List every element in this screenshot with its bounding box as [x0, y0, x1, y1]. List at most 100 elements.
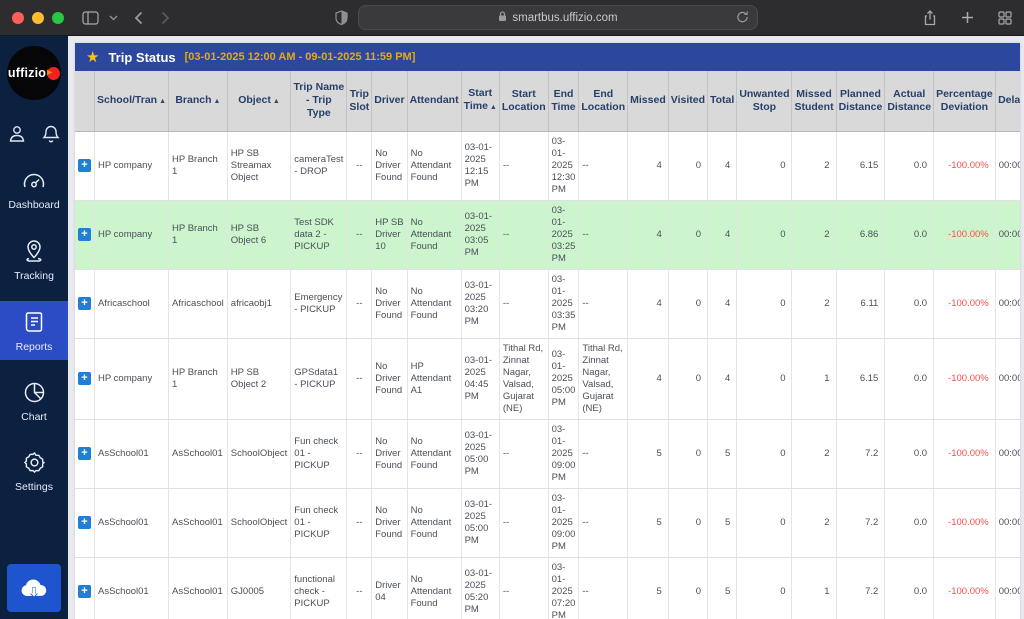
cell-trip_name: Test SDK data 2 - PICKUP [291, 200, 347, 269]
cell-missed_student: 2 [792, 269, 836, 338]
cell-percentage_deviation: -100.00% [934, 419, 996, 488]
column-header-driver[interactable]: Driver [372, 71, 407, 131]
cell-end_time: 03-01-2025 03:35 PM [548, 269, 579, 338]
sort-asc-icon: ▲ [214, 98, 221, 105]
column-header-school[interactable]: School/Tran▲ [95, 71, 169, 131]
sidebar-item-dashboard[interactable]: Dashboard [0, 161, 68, 218]
expand-row-button[interactable]: + [78, 516, 91, 529]
cell-branch: AsSchool01 [169, 419, 228, 488]
cell-actual_distance: 0.0 [885, 338, 934, 419]
column-header-end_time[interactable]: End Time [548, 71, 579, 131]
page-title: Trip Status [108, 50, 175, 65]
sort-asc-icon: ▲ [273, 98, 280, 105]
cell-start_time: 03-01-2025 05:00 PM [461, 488, 499, 557]
cell-delay: 00:00 [995, 200, 1020, 269]
expand-row-button[interactable]: + [78, 159, 91, 172]
column-header-trip_slot[interactable]: Trip Slot [347, 71, 372, 131]
column-header-branch[interactable]: Branch▲ [169, 71, 228, 131]
address-bar[interactable]: smartbus.uffizio.com [358, 5, 758, 30]
cell-attendant: No Attendant Found [407, 200, 461, 269]
column-header-percentage_deviation[interactable]: Percentage Deviation [934, 71, 996, 131]
chevron-down-icon[interactable] [109, 15, 118, 21]
cell-missed: 4 [628, 131, 669, 200]
cell-delay: 00:00 [995, 131, 1020, 200]
bell-icon[interactable] [41, 124, 61, 149]
column-header-object[interactable]: Object▲ [227, 71, 291, 131]
cell-unwanted_stop: 0 [737, 338, 792, 419]
column-label: Start Time [464, 87, 493, 112]
column-header-visited[interactable]: Visited [668, 71, 707, 131]
cell-branch: AsSchool01 [169, 557, 228, 619]
column-header-unwanted_stop[interactable]: Unwanted Stop [737, 71, 792, 131]
cell-trip_name: Fun check 01 - PICKUP [291, 419, 347, 488]
column-label: Actual Distance [887, 88, 931, 113]
cell-start_location: -- [499, 488, 548, 557]
cell-trip_slot: -- [347, 269, 372, 338]
column-header-actual_distance[interactable]: Actual Distance [885, 71, 934, 131]
cell-actual_distance: 0.0 [885, 488, 934, 557]
cell-driver: No Driver Found [372, 131, 407, 200]
cell-missed_student: 2 [792, 200, 836, 269]
expand-row-button[interactable]: + [78, 372, 91, 385]
user-icon[interactable] [7, 124, 27, 149]
cell-percentage_deviation: -100.00% [934, 338, 996, 419]
forward-button[interactable] [161, 11, 170, 25]
uffizio-logo[interactable]: uffizio▸ [7, 46, 61, 100]
cell-trip_slot: -- [347, 200, 372, 269]
column-header-end_location[interactable]: End Location [579, 71, 628, 131]
zoom-window-button[interactable] [52, 12, 64, 24]
column-header-start_location[interactable]: Start Location [499, 71, 548, 131]
sidebar-toggle-icon[interactable] [82, 11, 99, 25]
chart-icon [23, 381, 46, 407]
close-window-button[interactable] [12, 12, 24, 24]
expand-row-button[interactable]: + [78, 297, 91, 310]
column-header-attendant[interactable]: Attendant [407, 71, 461, 131]
cell-trip_name: GPSdata1 - PICKUP [291, 338, 347, 419]
column-header-planned_distance[interactable]: Planned Distance [836, 71, 885, 131]
cell-actual_distance: 0.0 [885, 200, 934, 269]
cell-expand: + [75, 200, 95, 269]
back-button[interactable] [134, 11, 143, 25]
cell-attendant: No Attendant Found [407, 131, 461, 200]
cell-planned_distance: 6.86 [836, 200, 885, 269]
cell-planned_distance: 6.15 [836, 338, 885, 419]
expand-row-button[interactable]: + [78, 228, 91, 241]
tab-overview-icon[interactable] [998, 11, 1012, 25]
cell-start_location: -- [499, 419, 548, 488]
table-row: +HP companyHP Branch 1HP SB Object 2GPSd… [75, 338, 1020, 419]
cell-unwanted_stop: 0 [737, 200, 792, 269]
reload-icon[interactable] [736, 10, 749, 27]
sidebar-item-settings[interactable]: Settings [0, 442, 68, 500]
sidebar-item-reports[interactable]: Reports [0, 301, 68, 360]
column-header-missed_student[interactable]: Missed Student [792, 71, 836, 131]
favorite-star-icon[interactable]: ★ [86, 50, 99, 65]
cell-planned_distance: 6.15 [836, 131, 885, 200]
share-icon[interactable] [923, 10, 937, 26]
column-label: End Location [581, 88, 625, 113]
sidebar-item-tracking[interactable]: Tracking [0, 230, 68, 289]
cell-delay: 00:00 [995, 338, 1020, 419]
cell-end_time: 03-01-2025 09:00 PM [548, 488, 579, 557]
expand-row-button[interactable]: + [78, 585, 91, 598]
column-label: Missed [630, 94, 666, 106]
cell-visited: 0 [668, 557, 707, 619]
app-window: uffizio▸ Dashboard Track [0, 36, 1024, 619]
report-panel: ★ Trip Status [03-01-2025 12:00 AM - 09-… [75, 43, 1020, 619]
date-range[interactable]: [03-01-2025 12:00 AM - 09-01-2025 11:59 … [185, 51, 416, 63]
sidebar-item-chart[interactable]: Chart [0, 372, 68, 430]
column-header-trip_name[interactable]: Trip Name - Trip Type [291, 71, 347, 131]
column-header-start_time[interactable]: Start Time▲ [461, 71, 499, 131]
column-header-total[interactable]: Total [708, 71, 737, 131]
privacy-shield-icon[interactable] [335, 10, 348, 25]
cell-percentage_deviation: -100.00% [934, 269, 996, 338]
minimize-window-button[interactable] [32, 12, 44, 24]
column-header-delay[interactable]: Delay [995, 71, 1020, 131]
cell-total: 4 [708, 200, 737, 269]
new-tab-icon[interactable] [961, 11, 974, 24]
cell-missed_student: 1 [792, 338, 836, 419]
cloud-download-button[interactable] [7, 564, 61, 612]
cell-trip_slot: -- [347, 131, 372, 200]
column-header-missed[interactable]: Missed [628, 71, 669, 131]
expand-row-button[interactable]: + [78, 447, 91, 460]
cell-school: AsSchool01 [95, 557, 169, 619]
